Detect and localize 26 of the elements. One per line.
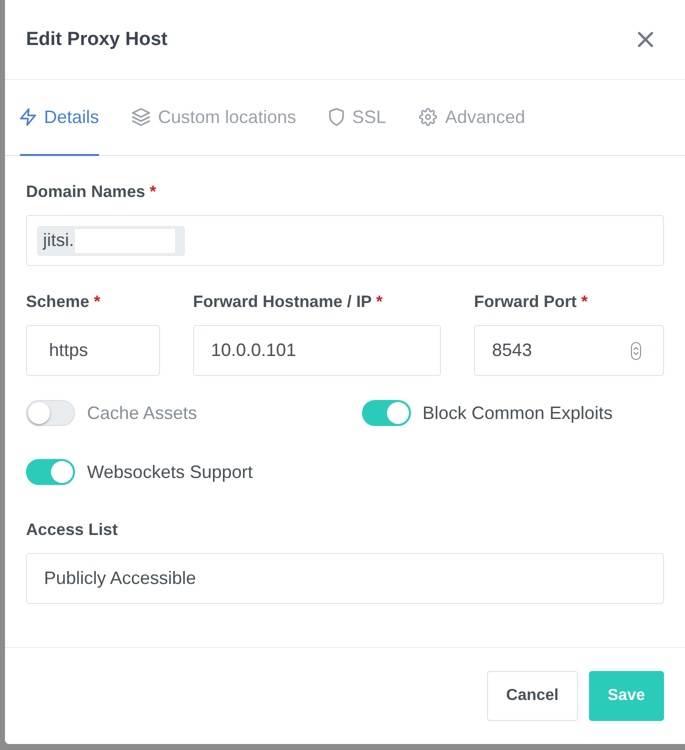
settings-icon [419,108,438,126]
field-label: Forward Hostname / IP * [193,292,384,313]
toggle-label: Websockets Support [87,462,253,482]
toggle-label: Cache Assets [87,402,198,424]
close-icon[interactable] [638,32,653,47]
dialog-title: Edit Proxy Host [26,28,168,50]
field-label: Domain Names * [26,182,158,203]
input-field[interactable]: 10.0.0.101 [193,325,441,376]
spinner-icon[interactable] [631,342,641,360]
number-field[interactable]: 8543 [474,325,664,376]
field-label: Scheme * [26,292,102,313]
toggle-label: Block Common Exploits [422,402,613,424]
lightning-icon [20,108,36,126]
select-field[interactable]: https [26,325,160,376]
tab[interactable]: Details [20,80,100,156]
toggle-switch[interactable] [362,400,410,426]
select-field[interactable]: Publicly Accessible [26,553,664,604]
toggle-switch[interactable] [26,459,75,485]
field-label: Access List [26,520,119,541]
toggle-switch[interactable] [26,400,75,426]
field-label: Forward Port * [474,292,589,313]
domain-tag[interactable]: jitsi. [37,226,185,256]
domain-names-field[interactable]: jitsi. [26,215,664,266]
layers-icon [132,108,150,126]
shield-icon [329,108,344,126]
cancel-button[interactable]: Cancel [487,671,578,721]
